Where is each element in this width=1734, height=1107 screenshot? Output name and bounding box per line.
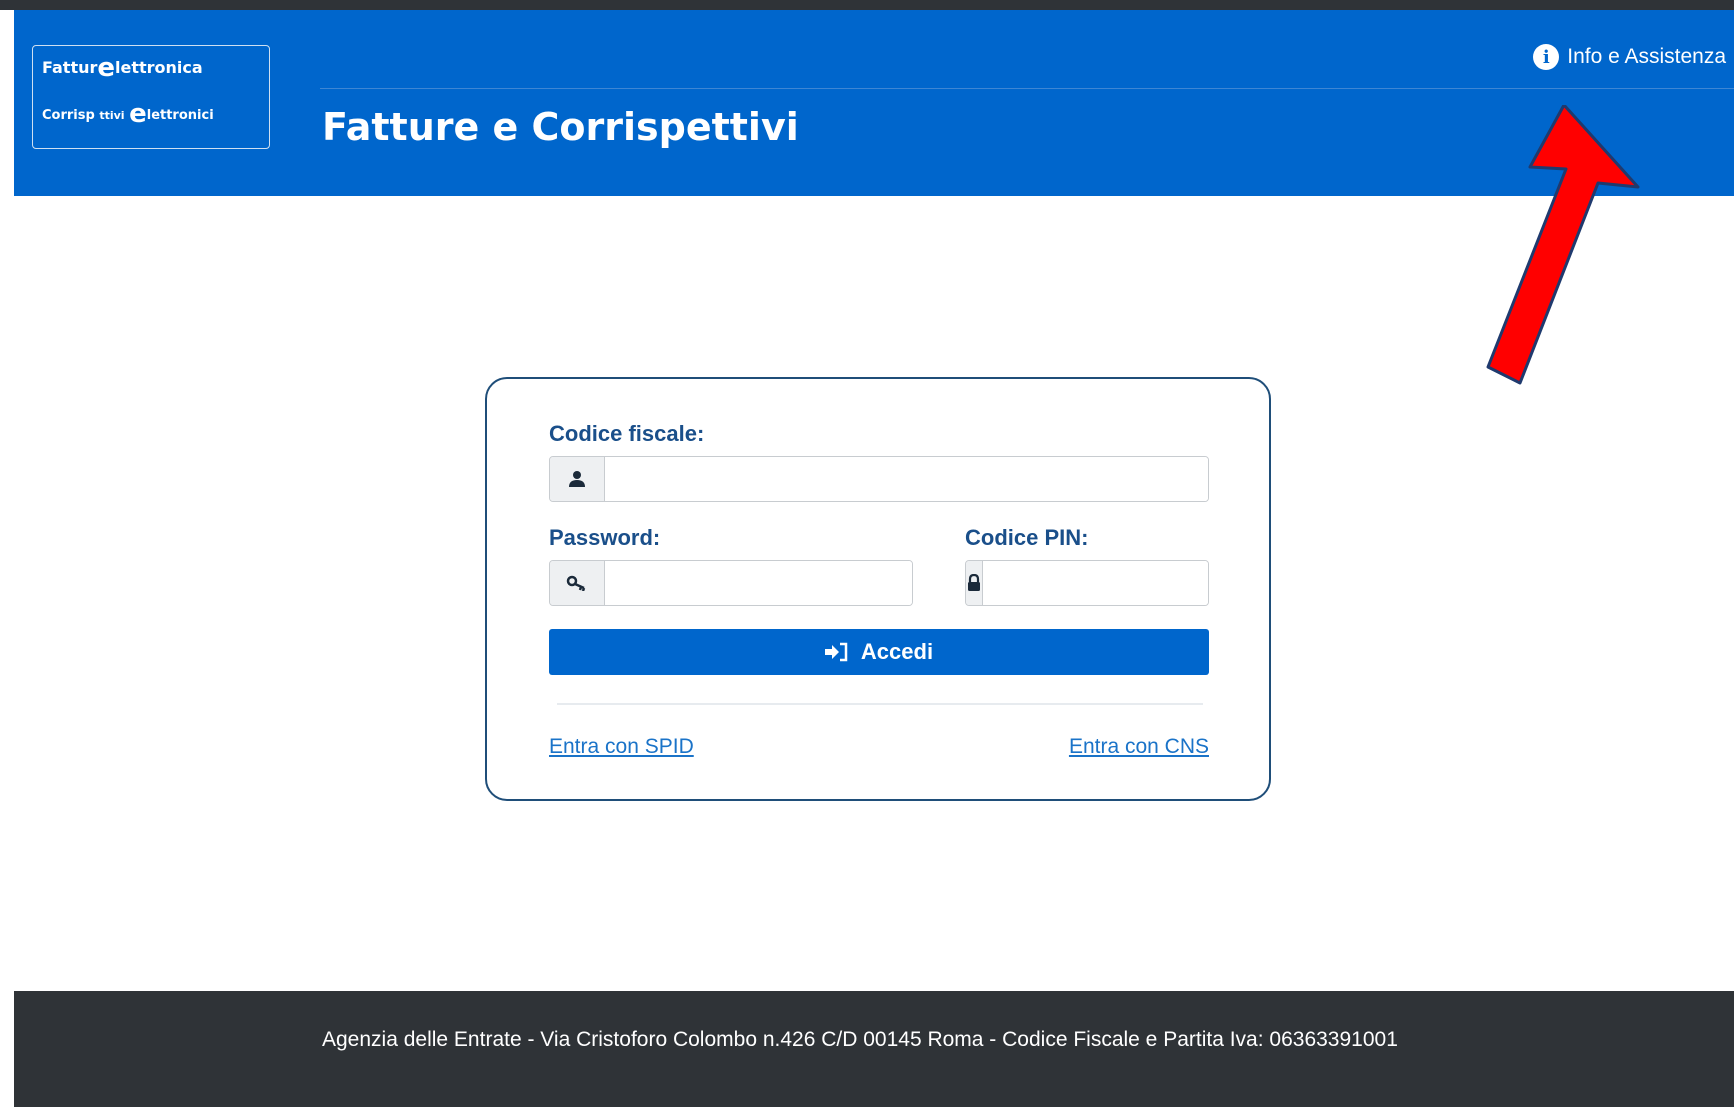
- codice-pin-label: Codice PIN:: [965, 525, 1089, 550]
- password-label: Password:: [549, 525, 661, 550]
- info-assistenza-link[interactable]: i Info e Assistenza: [1533, 44, 1726, 70]
- card-divider: [557, 703, 1203, 705]
- login-card: Codice fiscale: Password: Codice PIN: Ac…: [485, 377, 1271, 801]
- password-field: [549, 560, 913, 606]
- codice-fiscale-input[interactable]: [605, 457, 1208, 501]
- entra-con-spid-link[interactable]: Entra con SPID: [549, 735, 694, 759]
- codice-fiscale-field: [549, 456, 1209, 502]
- codice-pin-input[interactable]: [983, 561, 1208, 605]
- codice-pin-field: [965, 560, 1209, 606]
- footer-text: Agenzia delle Entrate - Via Cristoforo C…: [322, 1028, 1398, 1051]
- accedi-label: Accedi: [860, 639, 934, 664]
- sign-in-icon: [824, 642, 848, 662]
- logo-line-2: Corrisp ttivi elettronici: [42, 99, 214, 129]
- codice-fiscale-label: Codice fiscale:: [549, 421, 705, 446]
- lock-icon: [966, 561, 983, 605]
- top-strip: [0, 0, 1734, 10]
- header: Fatturelettronica Corrisp ttivi elettron…: [14, 10, 1734, 196]
- red-arrow-annotation: [1486, 105, 1640, 385]
- user-icon: [550, 457, 605, 501]
- info-circle-icon: i: [1533, 44, 1560, 70]
- header-divider: [320, 88, 1734, 89]
- footer: Agenzia delle Entrate - Via Cristoforo C…: [14, 991, 1734, 1107]
- key-icon: [550, 561, 605, 605]
- info-assistenza-label: Info e Assistenza: [1567, 45, 1726, 68]
- logo[interactable]: Fatturelettronica Corrisp ttivi elettron…: [32, 45, 270, 149]
- entra-con-cns-link[interactable]: Entra con CNS: [1069, 735, 1209, 759]
- password-input[interactable]: [605, 561, 912, 605]
- accedi-button[interactable]: Accedi: [549, 629, 1209, 675]
- page-title: Fatture e Corrispettivi: [322, 105, 799, 149]
- logo-line-1: Fatturelettronica: [42, 53, 203, 83]
